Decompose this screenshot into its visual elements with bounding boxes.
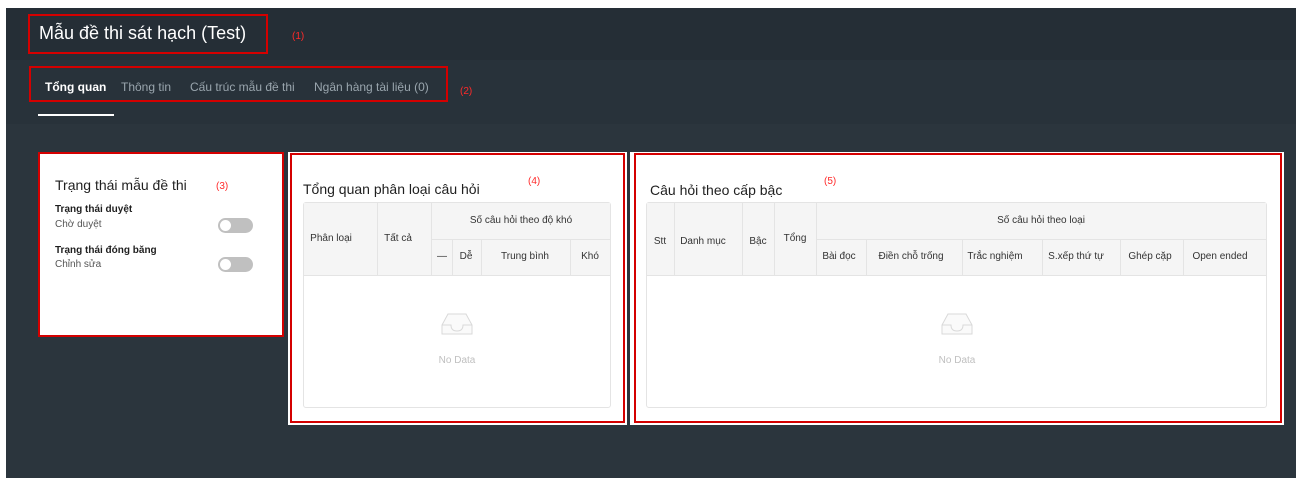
col-multiple-choice: Trắc nghiệm xyxy=(967,251,1023,262)
annotation-label-3: (3) xyxy=(216,181,229,192)
annotation-label-4: (4) xyxy=(528,176,541,187)
freeze-status-label: Trạng thái đóng băng xyxy=(55,245,157,256)
level-card-title: Câu hỏi theo cấp bậc xyxy=(650,182,783,198)
col-medium: Trung bình xyxy=(501,251,549,262)
approval-status-label: Trạng thái duyệt xyxy=(55,204,133,215)
annotation-label-1: (1) xyxy=(292,31,305,42)
empty-inbox-icon xyxy=(941,313,973,335)
col-stt: Stt xyxy=(653,236,667,247)
annotation-box-1 xyxy=(28,14,268,54)
active-tab-indicator xyxy=(38,114,114,116)
col-matching: Ghép cặp xyxy=(1128,251,1172,262)
approval-status-toggle[interactable] xyxy=(218,218,253,233)
annotation-label-5: (5) xyxy=(824,176,837,187)
col-type-group: Số câu hỏi theo loại xyxy=(997,215,1085,226)
annotation-box-2 xyxy=(29,66,448,102)
annotation-label-2: (2) xyxy=(460,86,473,97)
approval-status-value: Chờ duyệt xyxy=(55,219,102,230)
col-all: Tất cả xyxy=(384,233,412,244)
col-difficulty-group: Số câu hỏi theo độ khó xyxy=(469,215,573,226)
classification-empty-text: No Data xyxy=(438,355,476,366)
col-difficulty-none: — xyxy=(437,251,447,262)
col-reading: Bài đọc xyxy=(822,251,856,262)
col-level: Bậc xyxy=(749,236,767,247)
col-category: Danh mục xyxy=(680,236,726,247)
empty-inbox-icon xyxy=(441,313,473,335)
freeze-status-value: Chỉnh sửa xyxy=(55,259,102,270)
col-hard: Khó xyxy=(581,251,599,262)
col-easy: Dễ xyxy=(459,251,473,262)
col-total: Tổng xyxy=(783,233,807,244)
col-fill-blank: Điền chỗ trống xyxy=(878,251,944,262)
col-open-ended: Open ended xyxy=(1192,251,1248,262)
freeze-status-toggle[interactable] xyxy=(218,257,253,272)
classification-card-title: Tổng quan phân loại câu hỏi xyxy=(303,181,480,197)
level-empty-text: No Data xyxy=(938,355,976,366)
col-type: Phân loại xyxy=(310,233,352,244)
status-card-title: Trạng thái mẫu đề thi xyxy=(55,177,187,193)
col-ordering: S.xếp thứ tự xyxy=(1048,251,1104,262)
